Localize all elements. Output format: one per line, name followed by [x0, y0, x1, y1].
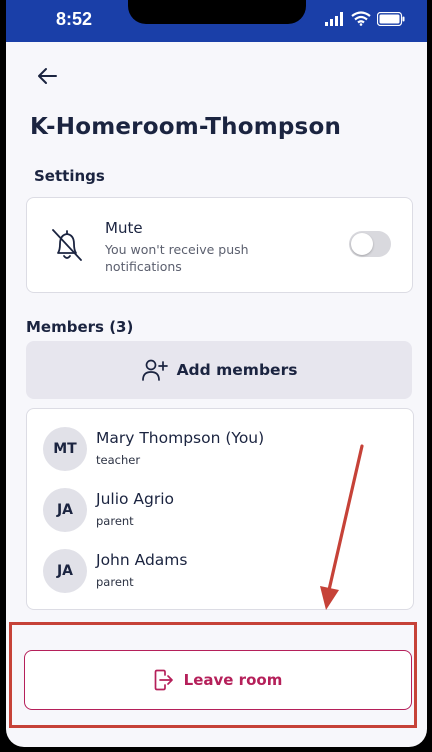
annotation-arrow-icon: [320, 444, 364, 610]
